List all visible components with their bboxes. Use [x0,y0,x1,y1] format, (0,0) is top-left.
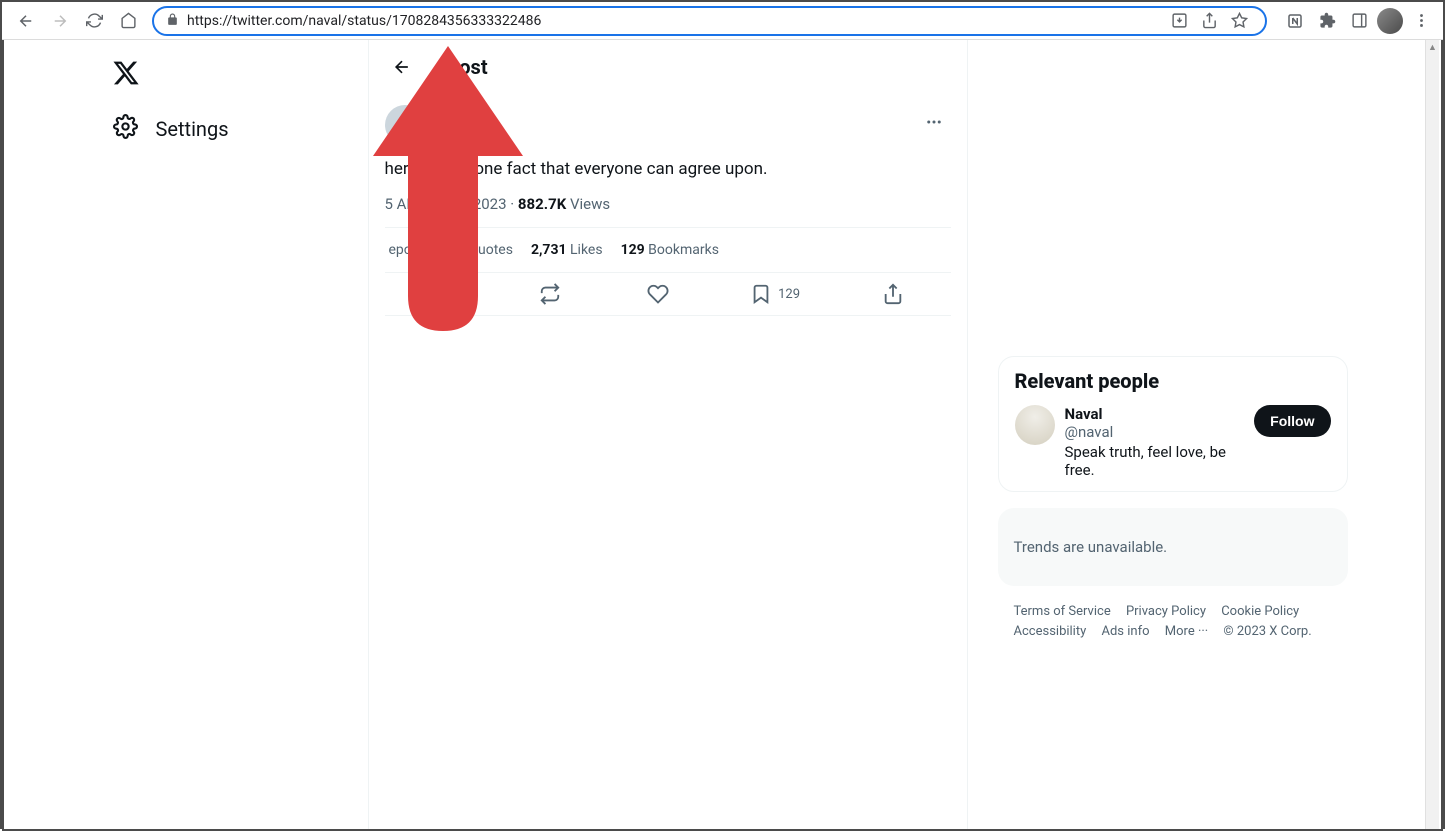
relevant-user-avatar[interactable] [1015,405,1055,445]
footer-accessibility[interactable]: Accessibility [1014,624,1087,639]
retweet-button[interactable] [535,283,565,305]
bookmark-button[interactable]: 129 [750,283,800,305]
relevant-people-title: Relevant people [1015,369,1331,393]
bookmark-star-icon[interactable] [1225,7,1253,35]
footer-copyright: © 2023 X Corp. [1223,624,1311,639]
browser-menu-button[interactable] [1407,7,1435,35]
install-app-icon[interactable] [1165,7,1193,35]
reposts-stat[interactable]: eposts [389,242,431,258]
left-sidebar: Settings [93,40,368,829]
tweet-date: Oct 1, 2023 [431,195,507,213]
scrollbar[interactable]: ▲ [1425,40,1439,829]
footer-links: Terms of Service Privacy Policy Cookie P… [998,602,1348,642]
likes-stat[interactable]: 2,731 Likes [531,242,603,258]
tweet-text: here is only one fact that everyone can … [385,157,951,181]
quotes-stat[interactable]: 72 Quotes [449,242,513,258]
browser-toolbar: https://twitter.com/naval/status/1708284… [2,2,1443,40]
tweet-stats-row: eposts 72 Quotes 2,731 Likes 129 Bookmar… [385,227,951,272]
relevant-user-name[interactable]: Naval [1065,405,1245,423]
tweet-time: 5 AM [385,195,420,213]
tweet-card: Naval @naval here is only one fact that … [369,93,967,328]
lock-icon [166,11,179,30]
like-button[interactable] [643,283,673,305]
trends-card: Trends are unavailable. [998,508,1348,586]
page-title: Post [447,55,488,79]
main-header: Post [369,40,967,93]
footer-more[interactable]: More ··· [1165,624,1208,639]
x-logo[interactable] [101,48,151,98]
reload-button[interactable] [78,5,110,37]
back-button[interactable] [10,5,42,37]
forward-button[interactable] [44,5,76,37]
sidebar-item-settings[interactable]: Settings [101,102,360,155]
extensions-icon[interactable] [1313,7,1341,35]
tweet-actions-row: 129 [385,272,951,316]
footer-terms[interactable]: Terms of Service [1014,604,1111,619]
follow-button[interactable]: Follow [1254,405,1330,437]
footer-ads[interactable]: Ads info [1102,624,1150,639]
profile-avatar[interactable] [1377,8,1403,34]
tweet-avatar[interactable] [385,105,425,145]
tweet-display-name[interactable]: Naval [433,105,909,123]
bookmark-action-count: 129 [778,287,800,302]
tweet-views-count: 882.7K [518,195,566,213]
trends-unavailable-text: Trends are unavailable. [1014,538,1332,556]
address-bar[interactable]: https://twitter.com/naval/status/1708284… [152,6,1267,36]
main-column: Post Naval @naval here is only on [368,40,968,829]
sidebar-settings-label: Settings [156,117,229,141]
relevant-people-card: Relevant people Naval @naval Speak truth… [998,356,1348,492]
tweet-meta[interactable]: 5 AM · Oct 1, 2023 · 882.7K Views [385,195,951,213]
tweet-more-button[interactable] [917,105,951,139]
share-icon[interactable] [1195,7,1223,35]
scroll-up-arrow[interactable]: ▲ [1426,40,1439,54]
notion-extension-icon[interactable] [1281,7,1309,35]
home-button[interactable] [112,5,144,37]
tweet-handle[interactable]: @naval [433,123,909,141]
share-button[interactable] [878,283,908,305]
relevant-user-handle[interactable]: @naval [1065,423,1245,441]
gear-icon [113,114,138,143]
url-text: https://twitter.com/naval/status/1708284… [187,13,541,29]
back-arrow-button[interactable] [385,50,419,84]
relevant-user-bio: Speak truth, feel love, be free. [1065,443,1245,479]
relevant-user-row: Naval @naval Speak truth, feel love, be … [1015,405,1331,479]
right-sidebar: Relevant people Naval @naval Speak truth… [998,40,1348,829]
bookmarks-stat[interactable]: 129 Bookmarks [621,242,719,258]
side-panel-icon[interactable] [1345,7,1373,35]
footer-privacy[interactable]: Privacy Policy [1126,604,1206,619]
tweet-views-label: Views [570,195,610,213]
footer-cookie[interactable]: Cookie Policy [1221,604,1299,619]
reply-button[interactable] [427,283,457,305]
